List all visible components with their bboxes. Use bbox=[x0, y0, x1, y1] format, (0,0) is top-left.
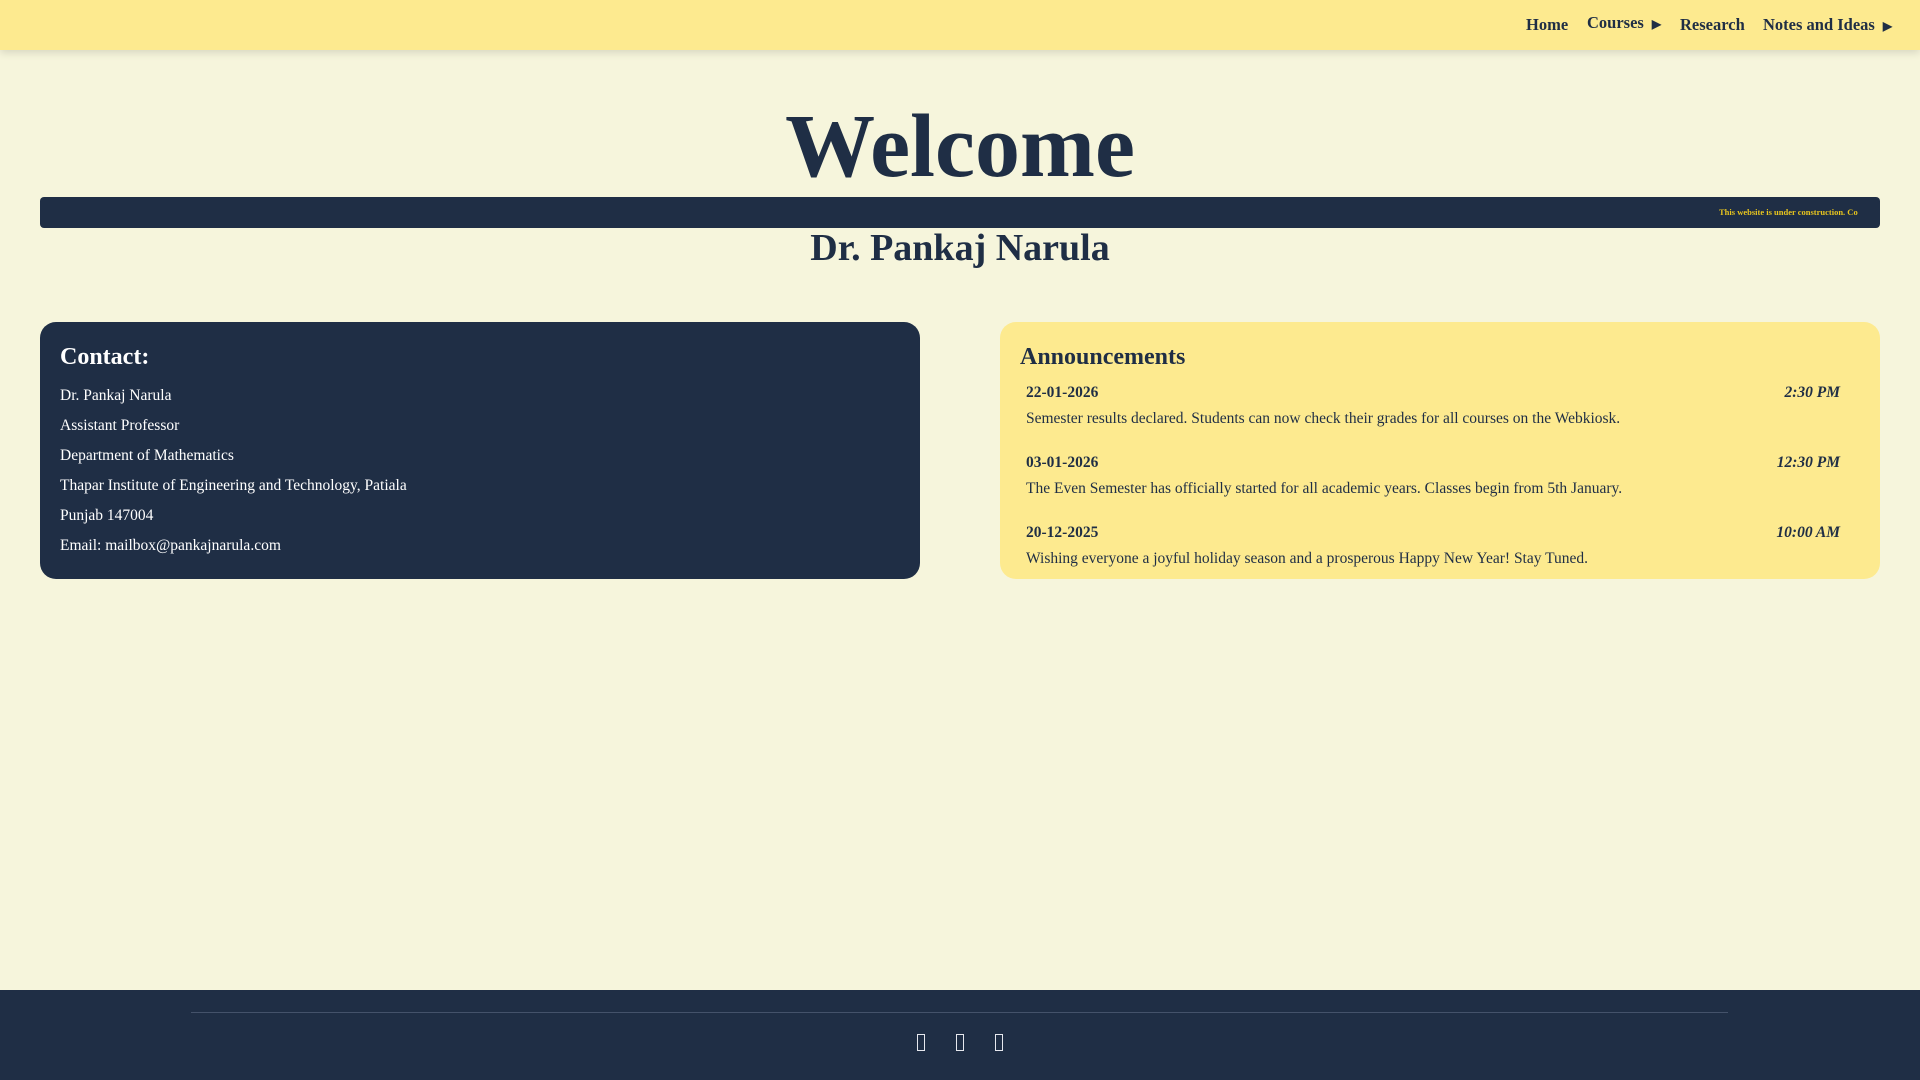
announcement-text: The Even Semester has officially started… bbox=[1026, 480, 1623, 497]
caret-right-icon: ▶ bbox=[1651, 17, 1662, 31]
contact-heading: Contact: bbox=[60, 344, 150, 370]
nav-research[interactable]: Research bbox=[1680, 15, 1745, 35]
top-navbar: Home Courses ▶ Research Notes and Ideas ▶ bbox=[0, 0, 1920, 50]
announcement-item: 03-01-2026 12:30 PM The Even Semester has… bbox=[1020, 451, 1860, 503]
social-icon-3[interactable] bbox=[995, 1034, 1003, 1051]
footer-divider bbox=[191, 1012, 1728, 1013]
announcement-time: 10:00 AM bbox=[1776, 524, 1840, 541]
announcement-text: Wishing everyone a joyful holiday season… bbox=[1026, 550, 1589, 567]
nav-notes-label: Notes and Ideas bbox=[1763, 15, 1875, 34]
announcement-time: 2:30 PM bbox=[1784, 384, 1840, 401]
footer bbox=[0, 990, 1920, 1080]
social-icon-2[interactable] bbox=[956, 1034, 964, 1051]
contact-email[interactable]: Email: mailbox@pankajnarula.com bbox=[60, 531, 900, 561]
contact-position: Assistant Professor bbox=[60, 417, 180, 434]
announcements-heading: Announcements bbox=[1020, 344, 1186, 370]
social-icon-1[interactable] bbox=[917, 1034, 925, 1051]
announcement-date: 03-01-2026 bbox=[1026, 454, 1099, 471]
announcement-text: Semester results declared. Students can … bbox=[1026, 410, 1621, 427]
nav-courses-label: Courses bbox=[1587, 13, 1644, 32]
contact-name: Dr. Pankaj Narula bbox=[60, 387, 172, 404]
page-title: Welcome bbox=[785, 97, 1135, 196]
announcement-time: 12:30 PM bbox=[1776, 454, 1840, 471]
contact-address: Punjab 147004 bbox=[60, 507, 154, 524]
announcement-ticker: This website is under construction. Co bbox=[40, 197, 1880, 228]
nav-courses[interactable]: Courses ▶ bbox=[1587, 13, 1661, 33]
nav-notes-and-ideas[interactable]: Notes and Ideas ▶ bbox=[1763, 15, 1892, 35]
contact-institute: Thapar Institute of Engineering and Tech… bbox=[60, 477, 407, 494]
ticker-text: This website is under construction. Co bbox=[1719, 207, 1858, 217]
announcements-card[interactable]: Announcements 22-01-2026 2:30 PM Semester… bbox=[1000, 322, 1880, 579]
announcement-item: 22-01-2026 2:30 PM Semester results decla… bbox=[1020, 381, 1860, 433]
caret-right-icon: ▶ bbox=[1882, 19, 1893, 33]
contact-card: Contact: Dr. Pankaj Narula Assistant Pro… bbox=[40, 322, 920, 579]
announcement-item: 20-12-2025 10:00 AM Wishing everyone a jo… bbox=[1020, 521, 1860, 573]
contact-department: Department of Mathematics bbox=[60, 447, 234, 464]
owner-name: Dr. Pankaj Narula bbox=[810, 227, 1110, 269]
announcement-date: 20-12-2025 bbox=[1026, 524, 1099, 541]
announcement-date: 22-01-2026 bbox=[1026, 384, 1099, 401]
nav-home[interactable]: Home bbox=[1526, 15, 1568, 35]
